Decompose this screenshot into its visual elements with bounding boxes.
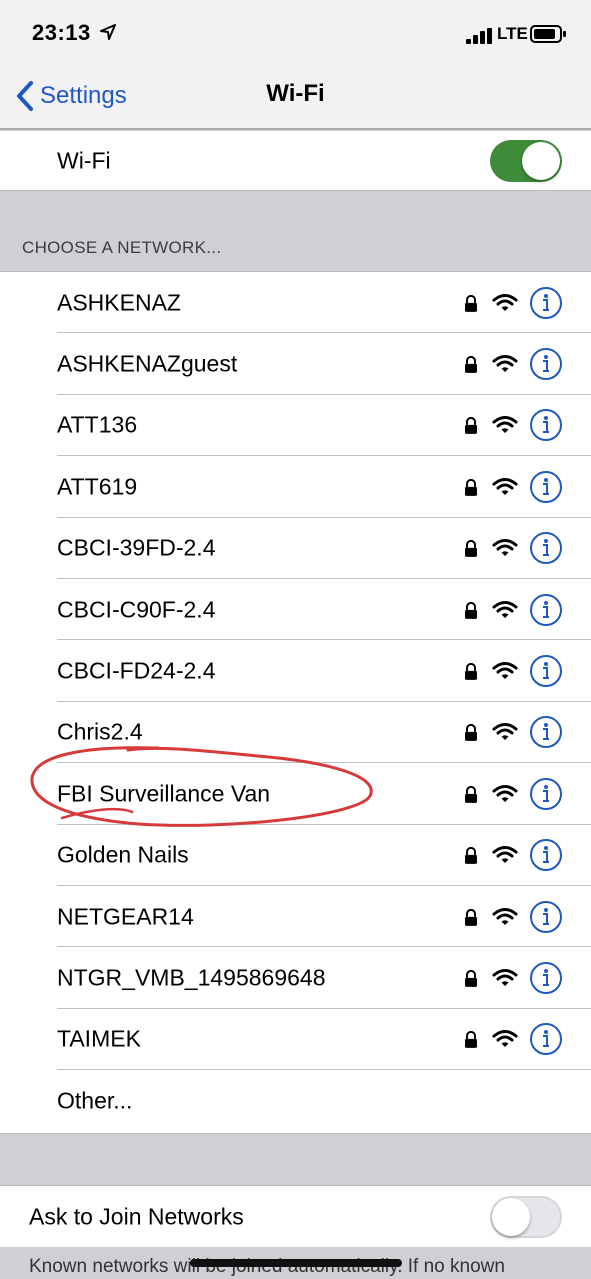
wifi-signal-icon bbox=[492, 539, 518, 557]
wifi-toggle-row: Wi-Fi bbox=[0, 131, 591, 191]
network-name: ASHKENAZguest bbox=[57, 350, 238, 377]
info-icon[interactable] bbox=[529, 900, 563, 934]
ask-to-join-switch[interactable] bbox=[490, 1196, 562, 1238]
wifi-signal-icon bbox=[492, 477, 518, 495]
home-indicator[interactable] bbox=[190, 1259, 402, 1267]
cellular-signal-icon bbox=[466, 28, 492, 44]
wifi-signal-icon bbox=[492, 723, 518, 741]
lock-icon bbox=[465, 969, 477, 987]
network-row[interactable]: ASHKENAZguest bbox=[0, 333, 591, 395]
wifi-signal-icon bbox=[492, 600, 518, 618]
network-name: CBCI-39FD-2.4 bbox=[57, 534, 216, 561]
network-name: Chris2.4 bbox=[57, 718, 143, 745]
lock-icon bbox=[465, 355, 477, 373]
network-name: FBI Surveillance Van bbox=[57, 780, 271, 807]
navigation-bar: Settings Wi-Fi bbox=[0, 68, 591, 130]
info-icon[interactable] bbox=[529, 286, 563, 320]
network-list: ASHKENAZ ASHKENAZguest ATT136 ATT619 CBC… bbox=[0, 271, 591, 1134]
choose-network-header: CHOOSE A NETWORK... bbox=[22, 238, 222, 257]
info-icon[interactable] bbox=[529, 593, 563, 627]
network-name: ATT136 bbox=[57, 411, 138, 438]
info-icon[interactable] bbox=[529, 347, 563, 381]
lock-icon bbox=[465, 724, 477, 742]
network-row[interactable]: NETGEAR14 bbox=[0, 886, 591, 948]
lock-icon bbox=[465, 908, 477, 926]
lock-icon bbox=[465, 662, 477, 680]
wifi-toggle-switch[interactable] bbox=[490, 139, 562, 182]
network-row[interactable]: CBCI-FD24-2.4 bbox=[0, 640, 591, 702]
wifi-signal-icon bbox=[492, 1030, 518, 1048]
lock-icon bbox=[465, 1031, 477, 1049]
wifi-signal-icon bbox=[492, 662, 518, 680]
info-icon[interactable] bbox=[529, 408, 563, 442]
wifi-signal-icon bbox=[492, 355, 518, 373]
network-row[interactable]: CBCI-C90F-2.4 bbox=[0, 579, 591, 641]
network-name: ASHKENAZ bbox=[57, 289, 181, 316]
status-time: 23:13 bbox=[32, 20, 91, 45]
network-name: NETGEAR14 bbox=[57, 903, 194, 930]
info-icon[interactable] bbox=[529, 961, 563, 995]
info-icon[interactable] bbox=[529, 1022, 563, 1056]
ask-to-join-label: Ask to Join Networks bbox=[29, 1203, 244, 1230]
info-icon[interactable] bbox=[529, 777, 563, 811]
info-icon[interactable] bbox=[529, 531, 563, 565]
battery-icon bbox=[530, 25, 566, 43]
network-name: Golden Nails bbox=[57, 841, 189, 868]
page-title: Wi-Fi bbox=[266, 80, 325, 107]
info-icon[interactable] bbox=[529, 715, 563, 749]
lock-icon bbox=[465, 847, 477, 865]
network-row[interactable]: TAIMEK bbox=[0, 1009, 591, 1071]
lock-icon bbox=[465, 601, 477, 619]
wifi-signal-icon bbox=[492, 846, 518, 864]
info-icon[interactable] bbox=[529, 838, 563, 872]
lock-icon bbox=[465, 478, 477, 496]
network-name: CBCI-FD24-2.4 bbox=[57, 657, 216, 684]
network-row[interactable]: ASHKENAZ bbox=[0, 272, 591, 334]
network-row[interactable]: Golden Nails bbox=[0, 825, 591, 886]
network-row[interactable]: Chris2.4 bbox=[0, 702, 591, 764]
info-icon[interactable] bbox=[529, 654, 563, 688]
wifi-signal-icon bbox=[492, 784, 518, 802]
wifi-signal-icon bbox=[492, 416, 518, 434]
network-name: TAIMEK bbox=[57, 1025, 141, 1052]
network-row[interactable]: FBI Surveillance Van bbox=[0, 763, 591, 825]
network-name: NTGR_VMB_1495869648 bbox=[57, 964, 326, 991]
network-name: ATT619 bbox=[57, 473, 138, 500]
location-arrow-icon bbox=[100, 24, 116, 40]
lock-icon bbox=[465, 785, 477, 803]
network-row[interactable]: ATT619 bbox=[0, 456, 591, 518]
wifi-signal-icon bbox=[492, 969, 518, 987]
toggle-knob bbox=[492, 1198, 530, 1236]
wifi-toggle-label: Wi-Fi bbox=[57, 147, 111, 173]
lock-icon bbox=[465, 294, 477, 312]
other-network-label: Other... bbox=[57, 1087, 133, 1114]
lock-icon bbox=[465, 540, 477, 558]
other-network-row[interactable]: Other... bbox=[0, 1070, 591, 1131]
lock-icon bbox=[465, 417, 477, 435]
network-name: CBCI-C90F-2.4 bbox=[57, 596, 216, 623]
network-type-label: LTE bbox=[497, 24, 528, 43]
ask-to-join-row: Ask to Join Networks bbox=[0, 1185, 591, 1248]
status-bar: 23:13 LTE bbox=[0, 0, 591, 68]
info-icon[interactable] bbox=[529, 470, 563, 504]
network-row[interactable]: CBCI-39FD-2.4 bbox=[0, 518, 591, 579]
network-row[interactable]: ATT136 bbox=[0, 395, 591, 457]
toggle-knob bbox=[522, 141, 560, 180]
wifi-signal-icon bbox=[492, 907, 518, 925]
wifi-signal-icon bbox=[492, 293, 518, 311]
network-row[interactable]: NTGR_VMB_1495869648 bbox=[0, 947, 591, 1009]
